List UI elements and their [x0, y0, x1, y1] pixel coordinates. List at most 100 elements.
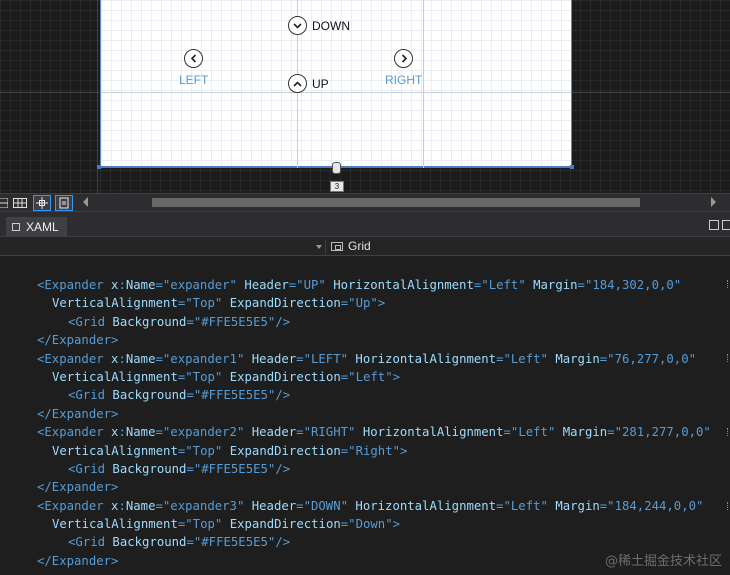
code-line[interactable]: VerticalAlignment="Top" ExpandDirection=… [37, 294, 711, 312]
code-token: 184,302,0,0 [592, 278, 674, 292]
code-token: =" [155, 498, 171, 513]
split-horizontal-icon[interactable] [722, 220, 730, 230]
code-line[interactable]: <Expander x:Name="expander2" Header="RIG… [37, 423, 711, 441]
code-token: =" [177, 369, 193, 384]
code-token: Header [251, 498, 297, 513]
code-line[interactable]: <Grid Background="#FFE5E5E5"/> [37, 460, 711, 478]
code-token: =" [340, 517, 356, 532]
expander-down[interactable]: DOWN [288, 16, 350, 35]
code-line[interactable]: <Expander x:Name="expander3" Header="DOW… [37, 497, 711, 515]
code-token: Background [112, 388, 187, 403]
code-token: #FFE5E5E5 [201, 314, 268, 329]
expander-up[interactable]: UP [288, 74, 329, 93]
expander-right[interactable]: RIGHT [385, 49, 422, 87]
code-line[interactable]: <Grid Background="#FFE5E5E5"/> [37, 313, 711, 331]
code-token: : [118, 498, 126, 513]
chevron-down-icon[interactable] [288, 16, 307, 35]
code-token: " [673, 278, 682, 292]
overflow-marker [727, 502, 729, 510]
code-token: " [688, 351, 697, 366]
code-line[interactable]: <Expander x:Name="expander1" Header="LEF… [37, 350, 711, 368]
code-token: =" [186, 461, 202, 476]
code-token: =" [288, 278, 304, 292]
code-line[interactable]: </Expander> [37, 405, 711, 423]
horizontal-scrollbar[interactable] [94, 198, 694, 207]
designer-toolbar [0, 193, 730, 211]
xaml-file-icon [12, 223, 20, 231]
code-token: </Expander> [37, 553, 119, 568]
code-token: Margin [562, 425, 608, 440]
code-token: expander [170, 278, 230, 292]
code-token: : [118, 351, 126, 366]
code-token: =" [186, 314, 202, 329]
code-token: =" [496, 351, 511, 366]
code-token: =" [340, 296, 356, 311]
code-token: =" [577, 278, 593, 292]
scroll-left-icon[interactable] [83, 197, 88, 207]
scrollbar-thumb[interactable] [152, 198, 640, 207]
code-token: Margin [555, 498, 600, 513]
code-token: Left [355, 369, 386, 384]
code-token: </Expander> [37, 406, 119, 421]
code-token: Top [192, 443, 215, 458]
code-line[interactable]: VerticalAlignment="Top" ExpandDirection=… [37, 368, 711, 386]
code-token: Left [510, 498, 541, 513]
code-token: <Expander [37, 278, 112, 292]
code-token: " [229, 278, 245, 292]
code-token: expander3 [170, 498, 237, 513]
chevron-right-icon[interactable] [394, 49, 414, 68]
code-token: ExpandDirection [229, 517, 341, 532]
code-token: Left [488, 278, 519, 292]
code-token: HorizontalAlignment [355, 498, 497, 513]
window-artboard[interactable]: DOWN LEFT UP RIGHT [100, 0, 572, 168]
code-line[interactable]: </Expander> [37, 478, 711, 496]
xaml-designer-surface[interactable]: DOWN LEFT UP RIGHT 3 [0, 0, 730, 193]
selection-corner-handle[interactable] [570, 165, 574, 169]
code-line[interactable]: VerticalAlignment="Top" ExpandDirection=… [37, 515, 711, 533]
code-token: ExpandDirection [229, 443, 341, 458]
selection-corner-handle[interactable] [97, 165, 101, 169]
snap-grid-icon[interactable] [11, 195, 29, 211]
code-token: expander1 [170, 351, 237, 366]
code-token: =" [155, 351, 171, 366]
chevron-left-icon[interactable] [184, 49, 204, 68]
document-tab-bar: XAML [0, 211, 730, 237]
expander-header-label: LEFT [179, 73, 209, 87]
code-token: "/> [267, 314, 291, 329]
overflow-marker [727, 354, 729, 362]
code-token: <Expander [37, 351, 112, 366]
code-token: " [236, 498, 252, 513]
code-line[interactable]: </Expander> [37, 331, 711, 349]
code-token: " [518, 278, 534, 292]
code-token: 281,277,0,0 [621, 425, 704, 440]
snap-lines-icon[interactable] [33, 195, 51, 211]
code-line[interactable]: VerticalAlignment="Top" ExpandDirection=… [37, 442, 711, 460]
code-token: : [118, 278, 126, 292]
code-token: =" [296, 498, 311, 513]
code-token: =" [177, 296, 193, 311]
chevron-up-icon[interactable] [288, 74, 307, 93]
height-resize-handle[interactable] [332, 162, 341, 174]
code-token: " [214, 443, 230, 458]
navigation-bar: Grid [0, 236, 730, 256]
code-line[interactable]: <Grid Background="#FFE5E5E5"/> [37, 386, 711, 404]
code-token: VerticalAlignment [52, 443, 178, 458]
code-token: " [340, 498, 356, 513]
split-vertical-icon[interactable] [709, 220, 719, 230]
code-token: Name [125, 351, 156, 366]
xaml-code-editor[interactable]: <Expander x:Name="expander" Header="UP" … [0, 256, 730, 575]
grid-element-icon [331, 241, 343, 251]
chevron-down-icon[interactable] [316, 245, 322, 249]
code-token: " [214, 369, 230, 384]
code-token: =" [177, 443, 193, 458]
code-token: " [318, 278, 334, 292]
element-selector[interactable]: Grid [331, 239, 371, 253]
expander-left[interactable]: LEFT [179, 49, 208, 87]
artboard-icon[interactable] [55, 195, 73, 211]
code-token: Name [125, 498, 156, 513]
tab-xaml[interactable]: XAML [6, 217, 67, 237]
code-line[interactable]: <Expander x:Name="expander" Header="UP" … [37, 276, 711, 294]
code-token: VerticalAlignment [52, 369, 178, 384]
scroll-right-icon[interactable] [711, 197, 716, 207]
watermark: @稀土掘金技术社区 [604, 554, 722, 569]
